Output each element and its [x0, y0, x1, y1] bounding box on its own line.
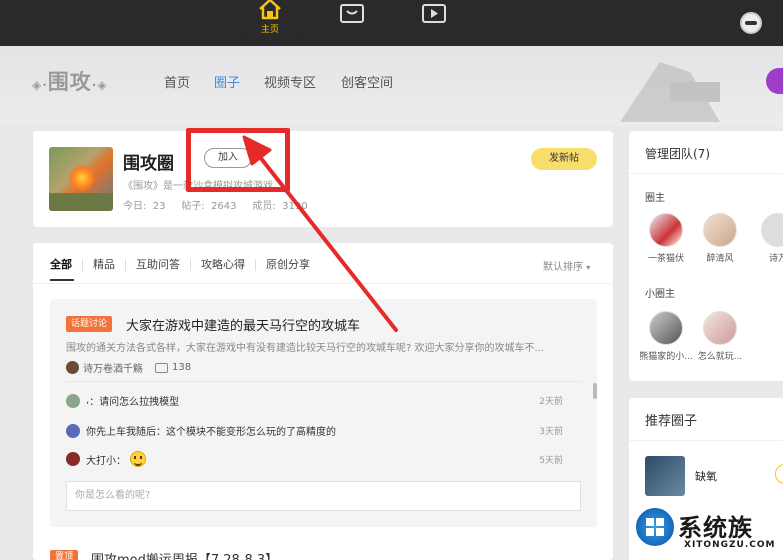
windows-logo-icon: [634, 506, 676, 548]
background-decoration: [620, 62, 720, 122]
member-avatar: [649, 311, 683, 345]
member-avatar: [761, 213, 783, 247]
group-stats: 今日: 23 帖子: 2643 成员: 3190: [123, 201, 308, 212]
logo-right-ornament: ·◈: [91, 78, 108, 92]
group-info-card: 围攻圈 加入 《围攻》是一款沙盒模拟攻城游戏 今日: 23 帖子: 2643 成…: [33, 131, 613, 227]
watermark-url: XITONGZU.COM: [684, 540, 776, 550]
group-title: 围攻圈: [123, 154, 174, 174]
sort-dropdown[interactable]: 默认排序 ▾: [543, 258, 590, 273]
recommend-divider: [629, 440, 783, 441]
comment-row: 大打小 ： 5天前: [66, 451, 581, 467]
member-avatar: [703, 213, 737, 247]
site-logo[interactable]: ◈·围攻·◈: [32, 66, 108, 96]
sub-owner-label: 小圈主: [645, 289, 675, 300]
member-avatar: [649, 213, 683, 247]
top-nav-bar: 主页: [0, 0, 783, 50]
feed-card: 全部 精品 互助问答 攻略心得 原创分享 默认排序 ▾ 话题讨论 大家在游戏中建…: [33, 243, 613, 560]
tabs-divider: [33, 283, 613, 284]
member-name: 怎么就玩...: [697, 352, 743, 362]
subnav-home[interactable]: 首页: [164, 72, 190, 91]
owner-member[interactable]: 醉清风: [693, 213, 747, 264]
member-name: 一茶猫伏: [647, 254, 684, 264]
member-name: 熊猫家的小...: [639, 352, 693, 362]
home-nav-button[interactable]: 主页: [250, 0, 290, 38]
commenter-avatar[interactable]: [66, 452, 80, 466]
recommend-title: 推荐圈子: [645, 414, 698, 429]
topic-tag: 话题讨论: [66, 316, 113, 332]
topic-description: 围攻的通关方法各式各样，大家在游戏中有没有建造比较天马行空的攻城车呢? 欢迎大家…: [66, 343, 545, 354]
next-post-title[interactable]: 围攻mod搬运周报【7.28-8.3】: [91, 549, 278, 560]
comment-row: , ：请问怎么拉拽模型 2天前: [66, 393, 581, 408]
chevron-down-icon: ▾: [586, 263, 591, 272]
group-thumbnail: [49, 147, 113, 211]
logo-left-ornament: ◈·: [32, 78, 48, 92]
comment-time: 3天前: [539, 427, 563, 437]
comment-time: 2天前: [539, 397, 563, 407]
comments-scrollbar[interactable]: [593, 383, 597, 399]
subnav-maker-space[interactable]: 创客空间: [341, 72, 393, 91]
sub-owner-member[interactable]: 怎么就玩...: [693, 311, 747, 362]
pinned-tag: 置顶: [50, 550, 79, 560]
commenter-name[interactable]: 大打小: [86, 452, 116, 467]
member-avatar: [703, 311, 737, 345]
home-icon: [259, 0, 281, 20]
new-post-button[interactable]: 发新帖: [531, 148, 597, 170]
tab-all[interactable]: 全部: [50, 259, 82, 271]
topic-meta: 诗万卷酒千觞 138: [66, 360, 191, 375]
video-icon: [422, 4, 446, 23]
tab-qa[interactable]: 互助问答: [125, 259, 190, 271]
management-team-card: 管理团队(7) 圈主 一茶猫伏 醉清风 诗万 小圈主 熊猫家的小... 怎么就玩…: [629, 131, 783, 381]
commenter-avatar[interactable]: [66, 423, 80, 438]
subnav-video[interactable]: 视频专区: [264, 72, 316, 91]
comment-text: ：: [116, 455, 126, 467]
smiley-emoji-icon: [130, 451, 146, 467]
watermark-text: 系统族: [678, 514, 753, 542]
reply-input[interactable]: 你是怎么看的呢?: [66, 481, 581, 511]
management-divider: [629, 173, 783, 174]
feed-tabs: 全部 精品 互助问答 攻略心得 原创分享: [50, 257, 320, 273]
commenter-avatar[interactable]: [66, 393, 80, 408]
comment-icon: [155, 362, 168, 373]
comment-text: ：请问怎么拉拽模型: [89, 397, 180, 408]
owner-label: 圈主: [645, 193, 665, 204]
box-icon: [340, 4, 364, 23]
box-nav-button[interactable]: [332, 2, 372, 42]
subnav-circle[interactable]: 圈子: [214, 72, 240, 91]
comment-row: 你先上车我随后 ：这个模块不能变形怎么玩的了高精度的 3天前: [66, 423, 581, 438]
topic-divider: [66, 381, 581, 382]
highlight-box: [186, 128, 290, 192]
watermark: 系统族 XITONGZU.COM: [632, 482, 783, 560]
comment-time: 5天前: [539, 455, 563, 466]
tab-original[interactable]: 原创分享: [255, 259, 320, 271]
author-name[interactable]: 诗万卷酒千觞: [83, 360, 143, 375]
tab-guides[interactable]: 攻略心得: [190, 259, 255, 271]
tab-featured[interactable]: 精品: [82, 259, 125, 271]
home-label: 主页: [260, 25, 279, 35]
member-name: 诗万: [768, 254, 783, 264]
member-name: 醉清风: [706, 254, 734, 264]
topic-post[interactable]: 话题讨论 大家在游戏中建造的最天马行空的攻城车 围攻的通关方法各式各样，大家在游…: [50, 299, 597, 527]
logo-text: 围攻: [47, 70, 92, 94]
comment-text: ：这个模块不能变形怎么玩的了高精度的: [156, 427, 336, 438]
comment-count: 138: [172, 362, 192, 373]
video-nav-button[interactable]: [414, 2, 454, 42]
management-title: 管理团队(7): [645, 147, 710, 161]
user-avatar[interactable]: [740, 12, 762, 34]
author-avatar[interactable]: [66, 361, 79, 374]
topic-title[interactable]: 大家在游戏中建造的最天马行空的攻城车: [126, 315, 360, 334]
owner-member[interactable]: 一茶猫伏: [639, 213, 693, 264]
sort-label: 默认排序: [543, 262, 583, 273]
owner-member[interactable]: 诗万: [751, 213, 783, 264]
sub-owner-member[interactable]: 熊猫家的小...: [639, 311, 693, 362]
active-tab-indicator: [50, 279, 74, 281]
commenter-name[interactable]: 你先上车我随后: [86, 423, 156, 438]
